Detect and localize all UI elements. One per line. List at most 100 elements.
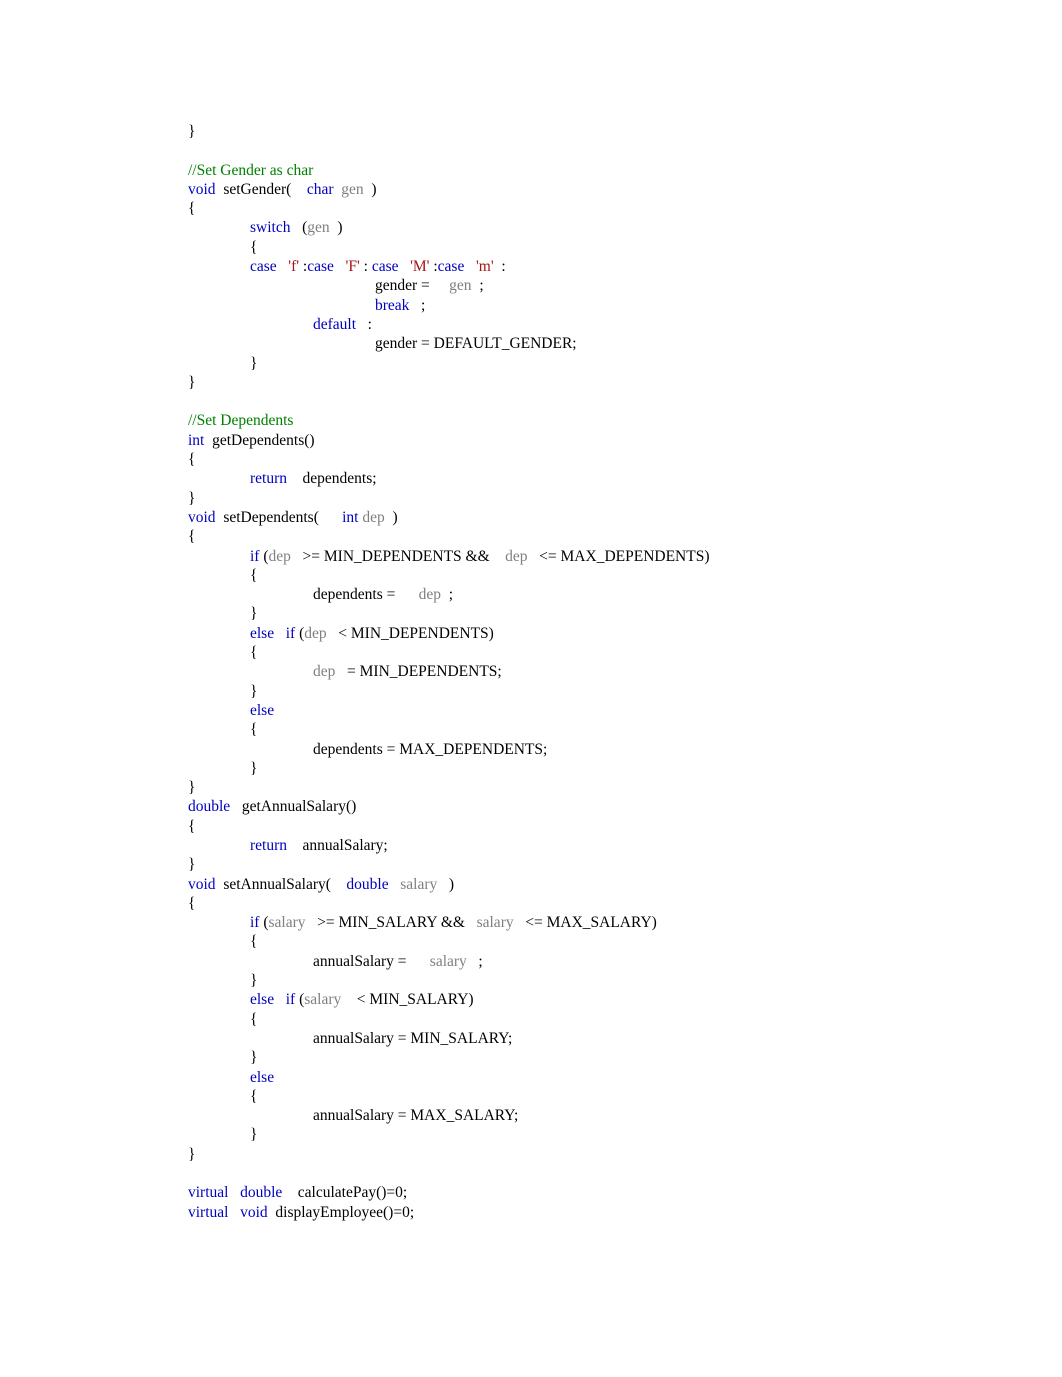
code-line: dep = MIN_DEPENDENTS; [188,662,988,681]
code-token-kw: double [346,875,389,893]
code-token-pln: >= MIN_SALARY && [305,914,477,932]
code-line: default : [188,315,988,334]
code-token-pln [334,258,346,275]
code-line: { [188,720,988,739]
code-token-pln: calculatePay()=0; [282,1184,408,1202]
code-token-pln: ) [329,219,343,237]
code-token-pln: annualSalary = MIN_SALARY; [313,1029,513,1047]
code-token-pln: ) [363,180,377,198]
code-line: switch (gen ) [188,218,988,237]
code-token-kw: break [375,296,410,314]
code-token-pln: gender = DEFAULT_GENDER; [375,335,577,353]
code-line: double getAnnualSalary() [188,797,988,816]
code-token-kw: case [437,258,465,276]
code-line: annualSalary = MIN_SALARY; [188,1029,988,1048]
code-line: } [188,122,988,141]
code-token-pln: } [250,972,258,990]
code-token-par: salary [304,991,342,1009]
code-token-pln: } [250,682,258,700]
code-token-pln: <= MAX_SALARY) [513,914,657,932]
code-token-pln: } [188,1145,196,1163]
code-token-par: salary [400,875,438,893]
code-token-par: dep [313,663,336,681]
code-line: } [188,373,988,392]
code-token-kw: int [188,431,205,449]
code-token-pln: <= MAX_DEPENDENTS) [527,547,710,565]
code-token-pln: { [250,644,258,662]
code-token-par: gen [449,277,472,295]
code-token-kw: if [285,991,296,1009]
code-token-pln: : [299,258,308,276]
code-token-pln [228,1204,240,1221]
code-line: } [188,1048,988,1067]
code-line: } [188,778,988,797]
code-line: else if (salary < MIN_SALARY) [188,990,988,1009]
code-token-pln [228,1184,240,1201]
code-token-pln: = MIN_DEPENDENTS; [335,663,502,681]
code-line: } [188,971,988,990]
code-token-kw: else [250,1068,275,1086]
code-token-pln: { [250,566,258,584]
code-line: annualSalary = MAX_SALARY; [188,1106,988,1125]
code-token-par: salary [268,914,306,932]
code-token-pln: : [356,315,372,333]
code-token-pln: } [250,354,258,372]
code-token-pln: dependents; [287,470,377,488]
code-token-par: salary [429,952,467,970]
code-token-pln: { [250,238,258,256]
code-token-pln: getDependents() [204,431,315,449]
code-token-pln [398,258,410,275]
code-line: case 'f' :case 'F' : case 'M' :case 'm' … [188,257,988,276]
code-token-pln: } [250,759,258,777]
code-token-cmt: //Set Gender as char [188,161,314,179]
code-line: //Set Dependents [188,411,988,430]
code-token-pln: annualSalary = [313,952,430,970]
code-token-pln: ( [259,914,269,932]
code-token-pln: } [188,489,196,507]
code-token-pln: < MIN_DEPENDENTS) [326,624,494,642]
code-token-pln: { [250,1087,258,1105]
code-line: } [188,759,988,778]
code-line: { [188,1087,988,1106]
code-line: void setDependents( int dep ) [188,508,988,527]
code-token-pln: displayEmployee()=0; [267,1203,415,1221]
code-token-pln [274,991,286,1008]
code-line: } [188,1125,988,1144]
code-token-pln: } [250,605,258,623]
code-token-par: dep [362,508,385,526]
code-listing: } //Set Gender as char void setGender( ch… [188,122,988,1222]
code-line: } [188,682,988,701]
code-line: int getDependents() [188,431,988,450]
code-token-pln: gender = [375,277,450,295]
code-line: gender = gen ; [188,276,988,295]
code-token-chr: 'F' [345,258,360,276]
code-token-pln: : [359,258,372,276]
code-token-par: dep [268,547,291,565]
code-line: void setAnnualSalary( double salary ) [188,875,988,894]
code-token-kw: void [188,875,216,893]
code-token-pln: >= MIN_DEPENDENTS && [290,547,506,565]
code-token-cmt: //Set Dependents [188,412,294,430]
code-line: { [188,199,988,218]
code-token-pln: } [188,856,196,874]
code-token-kw: else [250,624,275,642]
code-token-kw: void [188,508,216,526]
code-token-pln: < MIN_SALARY) [341,991,474,1009]
code-line: } [188,604,988,623]
code-token-kw: return [250,470,288,488]
code-token-pln: } [250,1049,258,1067]
code-line: } [188,855,988,874]
code-line: { [188,894,988,913]
code-token-pln: { [188,817,196,835]
code-token-chr: 'M' [410,258,430,276]
code-token-pln: : [429,258,438,276]
code-token-pln: { [250,721,258,739]
code-line: } [188,489,988,508]
code-token-pln: annualSalary = MAX_SALARY; [313,1107,519,1125]
code-token-pln: setAnnualSalary( [215,875,347,893]
code-line: gender = DEFAULT_GENDER; [188,334,988,353]
code-token-kw: double [188,798,231,816]
code-line: { [188,932,988,951]
code-token-kw: case [307,258,334,276]
